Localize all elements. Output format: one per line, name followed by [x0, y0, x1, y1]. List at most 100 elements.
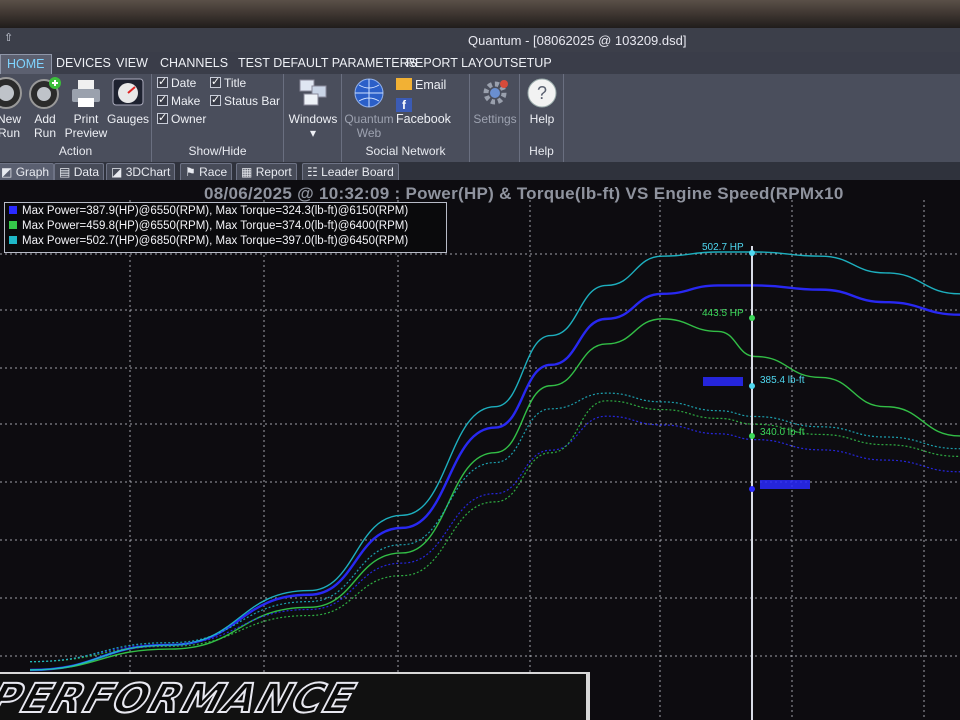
- cursor-marker: [749, 383, 755, 389]
- group-social-network: Quantum Web Email fFacebook Social Netwo…: [342, 74, 470, 162]
- legend-text: Max Power=459.8(HP)@6550(RPM), Max Torqu…: [22, 220, 409, 232]
- legend-entry-run-1: Max Power=387.9(HP)@6550(RPM), Max Torqu…: [9, 205, 442, 220]
- add-run-button[interactable]: Add Run: [28, 76, 62, 140]
- doc-tab-graph-label: Graph: [15, 165, 50, 179]
- group-help: ? Help Help: [520, 74, 564, 162]
- cursor-marker: [749, 433, 755, 439]
- tab-home[interactable]: HOME: [0, 54, 52, 74]
- group-action: New Run Add Run Print Preview Gauges Act…: [0, 74, 152, 162]
- doc-tab-report-label: Report: [255, 165, 292, 179]
- windows-icon: [299, 79, 327, 106]
- gauges-label: Gauges: [106, 112, 150, 126]
- tab-view[interactable]: VIEW: [110, 54, 154, 74]
- doc-tab-leader-board[interactable]: ☷ Leader Board: [302, 163, 399, 180]
- new-run-button[interactable]: New Run: [0, 76, 26, 140]
- print-preview-button[interactable]: Print Preview: [64, 76, 108, 140]
- race-flag-icon: ⚑: [185, 165, 196, 179]
- group-label-action: Action: [58, 144, 93, 158]
- add-run-label-2: Run: [33, 126, 56, 140]
- legend-text: Max Power=502.7(HP)@6850(RPM), Max Torqu…: [22, 235, 409, 247]
- checkbox-checked-icon: [157, 93, 168, 106]
- legend-text: Max Power=387.9(HP)@6550(RPM), Max Torqu…: [22, 205, 409, 217]
- printer-icon: [72, 80, 100, 107]
- tab-report-layout[interactable]: REPORT LAYOUT: [400, 54, 516, 74]
- brand-text: PERFORMANCE: [0, 675, 363, 720]
- checkbox-date[interactable]: Date: [157, 75, 197, 90]
- doc-tab-data-label: Data: [73, 165, 100, 179]
- torque-curve-run-3: [29, 392, 960, 663]
- tire-icon: [0, 77, 22, 109]
- chart-legend: Max Power=387.9(HP)@6550(RPM), Max Torqu…: [4, 202, 447, 253]
- new-run-label-2: Run: [0, 126, 20, 140]
- tire-add-icon: [29, 77, 61, 109]
- checkbox-checked-icon: [210, 75, 221, 88]
- email-label: Email: [415, 78, 447, 92]
- checkbox-title[interactable]: Title: [210, 75, 247, 90]
- doc-tab-race[interactable]: ⚑ Race: [180, 163, 233, 180]
- print-label-2: Preview: [64, 126, 108, 140]
- facebook-label: Facebook: [396, 112, 451, 126]
- tab-devices[interactable]: DEVICES: [50, 54, 117, 74]
- doc-tab-3dchart-label: 3DChart: [125, 165, 171, 179]
- help-button[interactable]: ? Help: [522, 76, 562, 126]
- email-icon: [396, 78, 412, 90]
- report-icon: ▦: [241, 165, 253, 179]
- tab-test-default-parameters[interactable]: TEST DEFAULT PARAMETERS: [232, 54, 423, 74]
- checkbox-title-label: Title: [224, 76, 247, 90]
- checkbox-make-label: Make: [171, 94, 201, 108]
- add-run-label-1: Add: [34, 112, 56, 126]
- doc-tab-data[interactable]: ▤ Data: [54, 163, 105, 180]
- group-label-show-hide: Show/Hide: [188, 144, 247, 158]
- doc-tab-report[interactable]: ▦ Report: [236, 163, 297, 180]
- facebook-icon: f: [396, 98, 412, 112]
- checkbox-date-label: Date: [171, 76, 197, 90]
- power-torque-chart[interactable]: 502.7 HP 443.5 HP 385.4 lb-ft 340.0 lb-ft: [0, 180, 960, 720]
- settings-button[interactable]: Settings: [472, 76, 518, 126]
- quick-access-icon[interactable]: ⇧: [4, 31, 13, 44]
- torque-curve-run-2: [29, 400, 960, 663]
- gauges-button[interactable]: Gauges: [106, 76, 150, 126]
- checkbox-owner[interactable]: Owner: [157, 111, 206, 126]
- cursor-value-label: 443.5 HP: [702, 308, 744, 319]
- checkbox-make[interactable]: Make: [157, 93, 201, 108]
- power-curve-run-2: [29, 318, 960, 671]
- group-show-hide: Date Make Owner Title Status Bar Show/Hi…: [152, 74, 284, 162]
- legend-swatch: [9, 206, 17, 214]
- gear-icon: [483, 80, 508, 105]
- cursor-marker: [749, 315, 755, 321]
- tab-setup[interactable]: SETUP: [504, 54, 558, 74]
- cursor-marker: [749, 250, 755, 256]
- quantum-web-label-1: Quantum: [344, 112, 394, 126]
- checkbox-checked-icon: [157, 75, 168, 88]
- graph-panel[interactable]: 502.7 HP 443.5 HP 385.4 lb-ft 340.0 lb-ft 0…: [0, 180, 960, 720]
- help-label: Help: [529, 112, 555, 126]
- facebook-button[interactable]: fFacebook: [396, 96, 469, 126]
- ribbon: New Run Add Run Print Preview Gauges Act…: [0, 74, 960, 162]
- tab-channels[interactable]: CHANNELS: [154, 54, 234, 74]
- doc-tab-3dchart[interactable]: ◪ 3DChart: [106, 163, 176, 180]
- legend-entry-run-2: Max Power=459.8(HP)@6550(RPM), Max Torqu…: [9, 220, 442, 235]
- legend-entry-run-3: Max Power=502.7(HP)@6850(RPM), Max Torqu…: [9, 235, 442, 250]
- group-label-help: Help: [529, 144, 554, 158]
- checkbox-status-bar[interactable]: Status Bar: [210, 93, 281, 108]
- dropdown-arrow-icon: ▾: [309, 126, 317, 140]
- graph-tab-icon: ◩: [1, 165, 13, 179]
- doc-tab-race-label: Race: [199, 165, 228, 179]
- leader-board-icon: ☷: [307, 165, 318, 179]
- quantum-web-button[interactable]: Quantum Web: [342, 76, 396, 140]
- settings-label: Settings: [473, 112, 517, 126]
- email-button[interactable]: Email: [396, 78, 446, 92]
- doc-tab-graph[interactable]: ◩ Graph: [0, 163, 55, 180]
- windows-button[interactable]: Windows ▾: [286, 76, 340, 140]
- table-icon: ▤: [59, 165, 71, 179]
- legend-swatch: [9, 221, 17, 229]
- ribbon-tabs: HOME DEVICES VIEW CHANNELS TEST DEFAULT …: [0, 52, 960, 74]
- checkbox-status-bar-label: Status Bar: [224, 94, 281, 108]
- cursor-value-label: 502.7 HP: [702, 242, 744, 253]
- cursor-value-box: [703, 377, 743, 386]
- globe-icon: [354, 78, 384, 108]
- windows-label: Windows: [288, 112, 338, 126]
- chart-3d-icon: ◪: [111, 165, 123, 179]
- legend-swatch: [9, 236, 17, 244]
- brand-sticker: PERFORMANCE: [0, 672, 590, 720]
